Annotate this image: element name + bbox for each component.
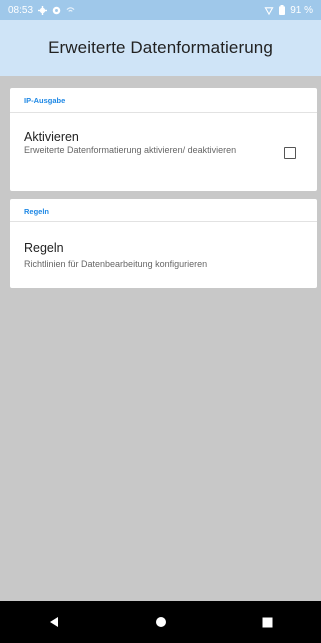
section-header-ip-output: IP-Ausgabe: [24, 96, 66, 105]
shield-icon: [52, 6, 61, 15]
screen: 08:53 91 % Erweiterte Datenformatierung: [0, 0, 321, 643]
status-time: 08:53: [8, 4, 34, 16]
signal-icon: [264, 6, 274, 15]
ip-output-card: IP-Ausgabe Aktivieren Erweiterte Datenfo…: [10, 88, 317, 191]
page-title: Erweiterte Datenformatierung: [48, 38, 273, 57]
recents-button[interactable]: [248, 602, 288, 642]
gear-icon: [38, 5, 48, 15]
activate-checkbox[interactable]: [284, 147, 296, 159]
navigation-bar: [0, 601, 321, 643]
preference-title: Aktivieren: [24, 130, 79, 144]
status-left: 08:53: [8, 5, 75, 16]
section-header-rules: Regeln: [24, 207, 50, 216]
wifi-icon: [66, 6, 75, 15]
battery-percentage: 91 %: [290, 4, 313, 16]
home-icon: [155, 617, 166, 627]
battery-icon: [279, 5, 286, 15]
status-right: 91 %: [264, 5, 313, 16]
back-button[interactable]: [34, 602, 74, 642]
recents-icon: [262, 617, 273, 627]
home-button[interactable]: [141, 602, 181, 642]
divider: [10, 112, 317, 113]
app-bar: Erweiterte Datenformatierung: [0, 20, 321, 76]
divider: [10, 221, 317, 222]
preference-summary: Erweiterte Datenformatierung aktivieren/…: [24, 145, 237, 155]
status-bar: 08:53 91 %: [0, 0, 321, 20]
preference-title: Regeln: [24, 241, 64, 255]
preference-summary: Richtlinien für Datenbearbeitung konfigu…: [24, 259, 208, 269]
back-icon: [49, 617, 58, 627]
rules-card: Regeln Regeln Richtlinien für Datenbearb…: [10, 199, 317, 288]
